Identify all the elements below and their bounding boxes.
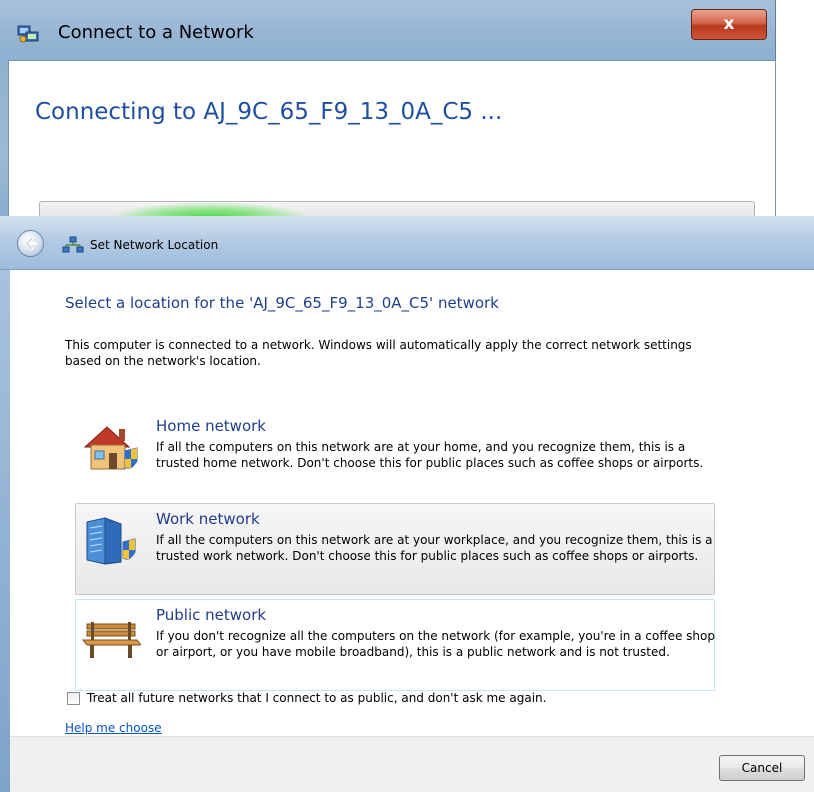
checkbox-label[interactable]: Treat all future networks that I connect… <box>87 691 546 705</box>
window-frame-left <box>0 270 10 792</box>
house-icon <box>81 421 141 475</box>
back-arrow-icon <box>25 236 38 251</box>
window-title: Connect to a Network <box>58 22 254 43</box>
title-bar: Connect to a Network x <box>0 0 776 60</box>
description-text: This computer is connected to a network.… <box>65 338 692 368</box>
option-title: Home network <box>156 417 266 435</box>
treat-public-checkbox[interactable] <box>67 692 80 705</box>
dialog-content: Select a location for the 'AJ_9C_65_F9_1… <box>10 270 814 736</box>
option-description: If all the computers on this network are… <box>156 533 713 563</box>
close-button[interactable]: x <box>691 9 767 40</box>
network-connect-icon <box>17 24 39 44</box>
home-network-option[interactable]: Home network If all the computers on thi… <box>75 410 715 502</box>
connecting-heading: Connecting to AJ_9C_65_F9_13_0A_C5 ... <box>35 99 503 125</box>
help-me-choose-link[interactable]: Help me choose <box>65 721 162 735</box>
close-icon: x <box>723 14 735 34</box>
office-building-icon <box>81 514 141 568</box>
back-button[interactable] <box>17 230 44 257</box>
window-title: Set Network Location <box>90 238 219 252</box>
network-icon <box>62 236 84 254</box>
park-bench-icon <box>81 610 143 664</box>
title-bar: Set Network Location <box>0 216 814 270</box>
page-title: Select a location for the 'AJ_9C_65_F9_1… <box>65 294 499 312</box>
dialog-footer: Cancel <box>10 736 814 792</box>
work-network-option[interactable]: Work network If all the computers on thi… <box>75 503 715 595</box>
option-title: Work network <box>156 510 260 528</box>
set-network-location-window: Set Network Location Select a location f… <box>0 216 814 792</box>
option-description: If you don't recognize all the computers… <box>156 629 715 659</box>
cancel-button[interactable]: Cancel <box>719 755 805 781</box>
public-network-option[interactable]: Public network If you don't recognize al… <box>75 599 715 691</box>
option-title: Public network <box>156 606 267 624</box>
option-description: If all the computers on this network are… <box>156 440 704 470</box>
